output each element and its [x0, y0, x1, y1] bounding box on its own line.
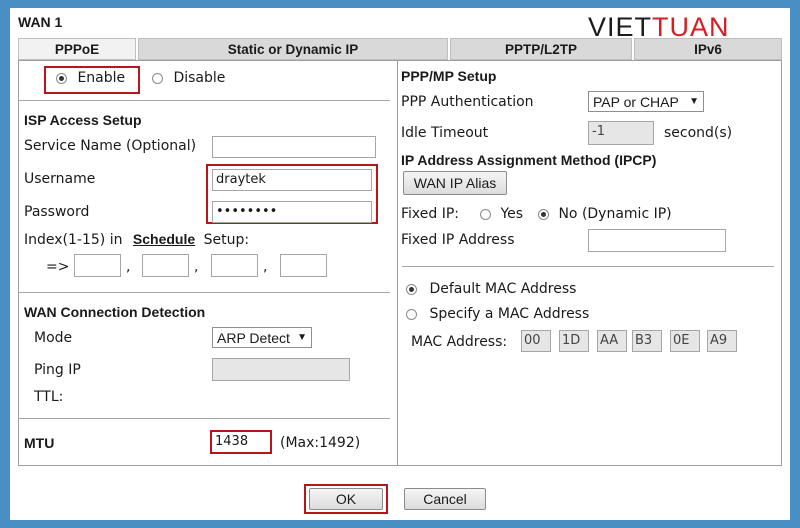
- enable-option[interactable]: Enable: [56, 70, 125, 86]
- fixed-ip-yes-label: Yes: [500, 206, 524, 222]
- schedule-index-3[interactable]: [211, 254, 258, 277]
- ipcp-title: IP Address Assignment Method (IPCP): [401, 152, 657, 168]
- setup-label: Setup:: [203, 232, 250, 248]
- disable-radio[interactable]: [152, 72, 163, 84]
- fixed-ip-yes-option[interactable]: Yes: [480, 206, 523, 222]
- enable-radio[interactable]: [56, 72, 67, 84]
- mac-octet-6[interactable]: A9: [707, 330, 737, 352]
- tab-pptp-l2tp[interactable]: PPTP/L2TP: [450, 38, 632, 60]
- fixed-ip-address-label: Fixed IP Address: [401, 232, 515, 248]
- enable-label: Enable: [77, 70, 126, 86]
- ping-ip-input[interactable]: [212, 358, 350, 381]
- default-mac-option[interactable]: Default MAC Address: [406, 281, 576, 297]
- username-label: Username: [24, 171, 96, 187]
- page-title: WAN 1: [18, 14, 63, 30]
- ppp-auth-label: PPP Authentication: [401, 94, 534, 110]
- cancel-button[interactable]: Cancel: [404, 488, 486, 510]
- schedule-link[interactable]: Schedule: [133, 231, 195, 247]
- specify-mac-label: Specify a MAC Address: [429, 306, 590, 322]
- fixed-ip-no-option[interactable]: No (Dynamic IP): [538, 206, 672, 222]
- idle-timeout-unit: second(s): [664, 125, 733, 141]
- specify-mac-option[interactable]: Specify a MAC Address: [406, 306, 589, 322]
- ok-button[interactable]: OK: [309, 488, 383, 510]
- mtu-label: MTU: [24, 435, 55, 451]
- password-input[interactable]: ••••••••: [212, 201, 372, 223]
- specify-mac-radio[interactable]: [406, 308, 417, 320]
- column-divider: [397, 60, 398, 466]
- tab-ipv6[interactable]: IPv6: [634, 38, 782, 60]
- fixed-ip-no-label: No (Dynamic IP): [558, 206, 672, 222]
- idle-timeout-input[interactable]: -1: [588, 121, 654, 145]
- schedule-index-4[interactable]: [280, 254, 327, 277]
- mac-octet-3[interactable]: AA: [597, 330, 627, 352]
- mode-label: Mode: [34, 330, 73, 346]
- mtu-input[interactable]: 1438: [210, 430, 272, 454]
- tab-pppoe[interactable]: PPPoE: [18, 38, 136, 60]
- disable-label: Disable: [173, 70, 226, 86]
- username-input[interactable]: draytek: [212, 169, 372, 191]
- wan-config-panel: WAN 1 VIETTUAN PPPoE Static or Dynamic I…: [10, 8, 790, 520]
- password-label: Password: [24, 204, 90, 220]
- mtu-max-note: (Max:1492): [280, 435, 361, 451]
- wan-ip-alias-button[interactable]: WAN IP Alias: [403, 171, 507, 195]
- ping-ip-label: Ping IP: [34, 362, 81, 378]
- tab-bar: PPPoE Static or Dynamic IP PPTP/L2TP IPv…: [18, 38, 782, 60]
- wan-detection-title: WAN Connection Detection: [24, 304, 206, 320]
- fixed-ip-address-input[interactable]: [588, 229, 726, 252]
- mac-address-label: MAC Address:: [411, 334, 508, 350]
- tab-static-or-dynamic-ip[interactable]: Static or Dynamic IP: [138, 38, 448, 60]
- comma-1: ,: [126, 259, 131, 275]
- divider-isp: [18, 292, 390, 293]
- fixed-ip-no-radio[interactable]: [538, 208, 549, 220]
- service-name-input[interactable]: [212, 136, 376, 158]
- ppp-auth-select[interactable]: PAP or CHAP ▼: [588, 91, 704, 112]
- comma-3: ,: [263, 259, 268, 275]
- default-mac-radio[interactable]: [406, 283, 417, 295]
- comma-2: ,: [194, 259, 199, 275]
- fixed-ip-yes-radio[interactable]: [480, 208, 491, 220]
- isp-access-title: ISP Access Setup: [24, 112, 142, 128]
- idle-timeout-label: Idle Timeout: [401, 125, 489, 141]
- service-name-label: Service Name (Optional): [24, 138, 197, 154]
- schedule-arrow: =>: [46, 259, 70, 275]
- ttl-label: TTL:: [34, 389, 64, 405]
- schedule-index-1[interactable]: [74, 254, 121, 277]
- divider-enable: [18, 100, 390, 101]
- disable-option[interactable]: Disable: [152, 70, 225, 86]
- schedule-index-2[interactable]: [142, 254, 189, 277]
- divider-ipcp: [402, 266, 774, 267]
- mode-value: ARP Detect: [217, 329, 290, 346]
- ppp-auth-dropdown-icon: ▼: [689, 96, 699, 107]
- divider-detection: [18, 418, 390, 419]
- ppp-auth-value: PAP or CHAP: [593, 93, 679, 110]
- mac-octet-4[interactable]: B3: [632, 330, 662, 352]
- mode-dropdown-icon: ▼: [297, 332, 307, 343]
- schedule-index-row: Index(1-15) in Schedule Setup:: [24, 231, 249, 248]
- default-mac-label: Default MAC Address: [429, 281, 577, 297]
- mac-octet-5[interactable]: 0E: [670, 330, 700, 352]
- mode-select[interactable]: ARP Detect ▼: [212, 327, 312, 348]
- ppp-mp-title: PPP/MP Setup: [401, 68, 497, 84]
- mac-octet-1[interactable]: 00: [521, 330, 551, 352]
- fixed-ip-label: Fixed IP:: [401, 206, 460, 222]
- index-label: Index(1-15) in: [24, 232, 123, 248]
- mac-octet-2[interactable]: 1D: [559, 330, 589, 352]
